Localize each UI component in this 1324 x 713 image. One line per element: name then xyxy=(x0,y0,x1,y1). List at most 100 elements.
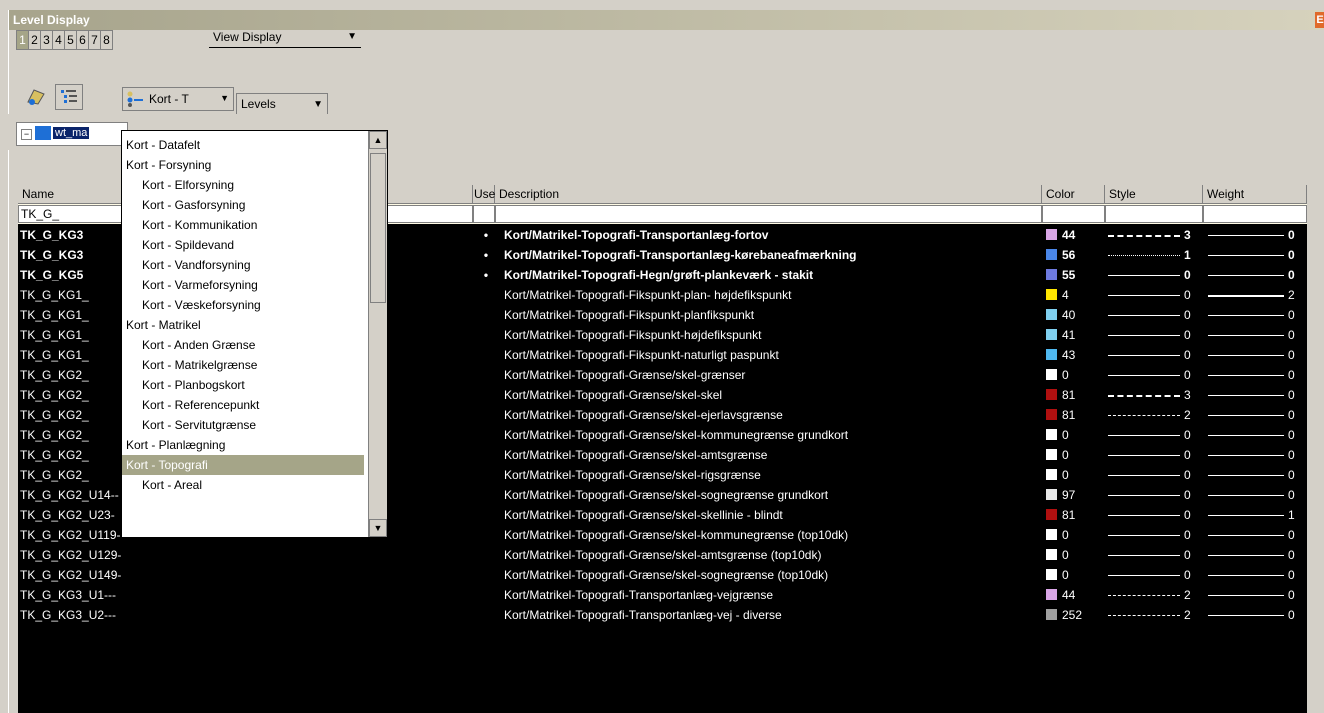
popup-item[interactable]: Kort - Datafelt xyxy=(122,135,364,155)
use-indicator[interactable] xyxy=(478,545,494,565)
level-weight[interactable]: 0 xyxy=(1208,485,1303,505)
use-indicator[interactable] xyxy=(478,565,494,585)
use-indicator[interactable]: • xyxy=(478,225,494,245)
column-header-color[interactable]: Color xyxy=(1042,185,1105,203)
level-weight[interactable]: 1 xyxy=(1208,505,1303,525)
level-weight[interactable]: 0 xyxy=(1208,385,1303,405)
table-scrollbar[interactable] xyxy=(1307,185,1324,713)
use-indicator[interactable] xyxy=(478,445,494,465)
table-row[interactable]: TK_G_KG3_U1--- Kort/Matrikel-Topografi-Tr… xyxy=(18,585,1324,605)
column-header-style[interactable]: Style xyxy=(1105,185,1203,203)
use-indicator[interactable]: • xyxy=(478,245,494,265)
popup-item[interactable]: Kort - Anden Grænse xyxy=(122,335,380,355)
filter-dropdown[interactable]: Kort - T ▼ xyxy=(122,87,234,111)
expand-icon[interactable]: − xyxy=(21,129,32,140)
level-color[interactable]: 81 xyxy=(1046,385,1102,405)
level-style[interactable]: 2 xyxy=(1108,405,1203,425)
level-weight[interactable]: 0 xyxy=(1208,265,1303,285)
level-style[interactable]: 0 xyxy=(1108,505,1203,525)
close-button[interactable]: E xyxy=(1315,12,1324,28)
level-weight[interactable]: 0 xyxy=(1208,425,1303,445)
level-style[interactable]: 3 xyxy=(1108,225,1203,245)
popup-item[interactable]: Kort - Topografi xyxy=(122,455,364,475)
use-indicator[interactable] xyxy=(478,305,494,325)
use-indicator[interactable] xyxy=(478,505,494,525)
title-bar[interactable]: Level Display E xyxy=(9,10,1324,30)
level-color[interactable]: 81 xyxy=(1046,505,1102,525)
level-color[interactable]: 252 xyxy=(1046,605,1102,625)
popup-item[interactable]: Kort - Vandforsyning xyxy=(122,255,380,275)
level-style[interactable]: 0 xyxy=(1108,265,1203,285)
level-color[interactable]: 4 xyxy=(1046,285,1102,305)
column-header-description[interactable]: Description xyxy=(495,185,1042,203)
level-style[interactable]: 0 xyxy=(1108,365,1203,385)
number-tab-8[interactable]: 8 xyxy=(100,30,113,50)
level-color[interactable]: 0 xyxy=(1046,445,1102,465)
use-filter-input[interactable] xyxy=(473,205,495,223)
level-weight[interactable]: 0 xyxy=(1208,445,1303,465)
tree-view-icon[interactable] xyxy=(55,84,83,110)
use-indicator[interactable] xyxy=(478,585,494,605)
level-color[interactable]: 44 xyxy=(1046,585,1102,605)
popup-item[interactable]: Kort - Servitutgrænse xyxy=(122,415,380,435)
level-weight[interactable]: 0 xyxy=(1208,605,1303,625)
level-style[interactable]: 0 xyxy=(1108,485,1203,505)
popup-item[interactable]: Kort - Referencepunkt xyxy=(122,395,380,415)
popup-item[interactable]: Kort - Matrikelgrænse xyxy=(122,355,380,375)
popup-item[interactable]: Kort - Planlægning xyxy=(122,435,364,455)
level-color[interactable]: 40 xyxy=(1046,305,1102,325)
level-style[interactable]: 2 xyxy=(1108,605,1203,625)
use-indicator[interactable] xyxy=(478,345,494,365)
level-color[interactable]: 0 xyxy=(1046,525,1102,545)
level-weight[interactable]: 0 xyxy=(1208,225,1303,245)
levels-menu-button[interactable]: Levels ▼ xyxy=(236,93,328,115)
view-display-dropdown[interactable]: View Display ▼ xyxy=(209,28,361,48)
use-indicator[interactable] xyxy=(478,325,494,345)
popup-item[interactable]: Kort - Elforsyning xyxy=(122,175,380,195)
popup-item[interactable]: Kort - Spildevand xyxy=(122,235,380,255)
popup-item[interactable]: Kort - Væskeforsyning xyxy=(122,295,380,315)
level-color[interactable]: 0 xyxy=(1046,545,1102,565)
weight-filter-input[interactable] xyxy=(1203,205,1307,223)
level-style[interactable]: 0 xyxy=(1108,345,1203,365)
popup-item[interactable]: Kort - Areal xyxy=(122,475,380,495)
level-weight[interactable]: 0 xyxy=(1208,585,1303,605)
level-style[interactable]: 0 xyxy=(1108,425,1203,445)
level-weight[interactable]: 0 xyxy=(1208,345,1303,365)
level-weight[interactable]: 0 xyxy=(1208,525,1303,545)
level-style[interactable]: 0 xyxy=(1108,445,1203,465)
level-style[interactable]: 0 xyxy=(1108,325,1203,345)
description-filter-input[interactable] xyxy=(495,205,1042,223)
level-weight[interactable]: 0 xyxy=(1208,545,1303,565)
use-indicator[interactable] xyxy=(478,425,494,445)
level-weight[interactable]: 0 xyxy=(1208,305,1303,325)
level-style[interactable]: 0 xyxy=(1108,285,1203,305)
level-color[interactable]: 41 xyxy=(1046,325,1102,345)
level-weight[interactable]: 0 xyxy=(1208,565,1303,585)
popup-item[interactable]: Kort - Matrikel xyxy=(122,315,364,335)
level-color[interactable]: 97 xyxy=(1046,485,1102,505)
use-indicator[interactable] xyxy=(478,465,494,485)
table-row[interactable]: TK_G_KG2_U129- Kort/Matrikel-Topografi-Gr… xyxy=(18,545,1324,565)
level-color[interactable]: 44 xyxy=(1046,225,1102,245)
level-color[interactable]: 0 xyxy=(1046,425,1102,445)
level-style[interactable]: 0 xyxy=(1108,465,1203,485)
popup-item[interactable]: Kort - Forsyning xyxy=(122,155,364,175)
level-manager-icon[interactable] xyxy=(24,84,50,108)
level-style[interactable]: 0 xyxy=(1108,545,1203,565)
level-weight[interactable]: 0 xyxy=(1208,245,1303,265)
column-header-use[interactable]: Use xyxy=(473,185,495,203)
popup-item[interactable]: Kort - Gasforsyning xyxy=(122,195,380,215)
use-indicator[interactable] xyxy=(478,605,494,625)
popup-item[interactable]: Kort - Kommunikation xyxy=(122,215,380,235)
level-color[interactable]: 0 xyxy=(1046,365,1102,385)
table-row[interactable]: TK_G_KG2_U149- Kort/Matrikel-Topografi-Gr… xyxy=(18,565,1324,585)
use-indicator[interactable] xyxy=(478,405,494,425)
level-weight[interactable]: 0 xyxy=(1208,405,1303,425)
level-weight[interactable]: 0 xyxy=(1208,465,1303,485)
use-indicator[interactable] xyxy=(478,485,494,505)
level-style[interactable]: 3 xyxy=(1108,385,1203,405)
use-indicator[interactable] xyxy=(478,385,494,405)
level-color[interactable]: 81 xyxy=(1046,405,1102,425)
scroll-up-icon[interactable]: ▲ xyxy=(369,131,387,149)
